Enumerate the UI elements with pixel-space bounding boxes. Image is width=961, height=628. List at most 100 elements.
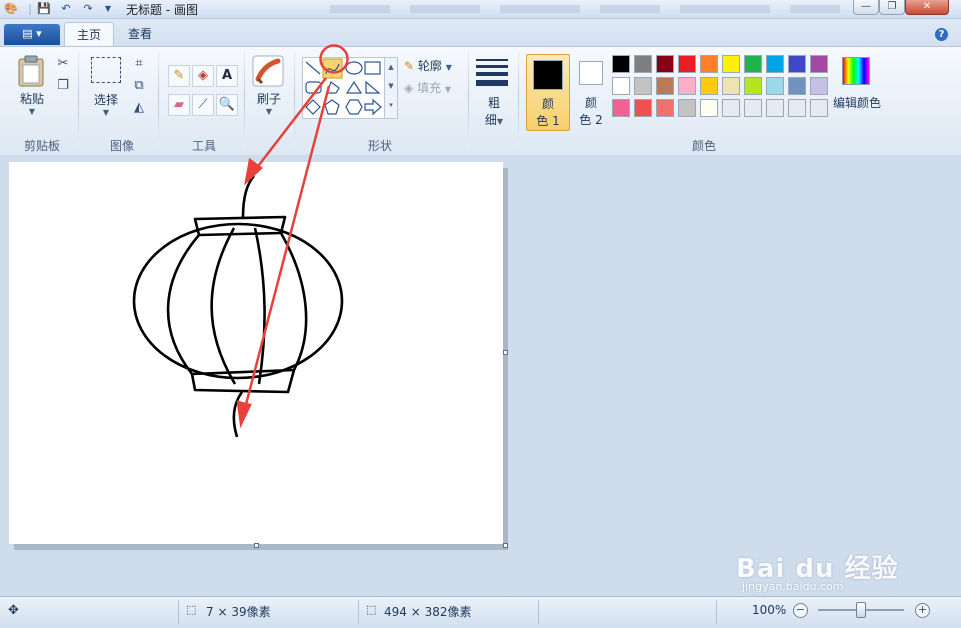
palette-color-swatch[interactable] — [612, 99, 630, 117]
select-button[interactable]: 选择 ▼ — [88, 57, 124, 117]
palette-color-swatch[interactable] — [744, 99, 762, 117]
customize-quick-access-icon[interactable]: ▼ — [100, 1, 116, 16]
palette-color-swatch[interactable] — [788, 99, 806, 117]
lantern-top-string — [241, 175, 256, 218]
shapes-gallery-scrollbar[interactable]: ▲ ▼ ▾ — [384, 57, 398, 119]
cursor-position: 7 × 39像素 — [206, 605, 271, 619]
paste-button[interactable]: 粘贴 ▼ — [12, 55, 52, 116]
paint-app-icon[interactable]: 🎨 — [3, 1, 19, 16]
rotate-icon[interactable]: ◭ — [130, 99, 148, 117]
copy-icon[interactable]: ❐ — [54, 77, 72, 95]
colors-group-label: 颜色 — [691, 139, 716, 153]
fill-dropdown-icon: ▼ — [444, 85, 452, 94]
outline-label: 轮廓 — [417, 59, 442, 73]
resize-handle-bottom[interactable] — [254, 543, 259, 548]
palette-color-swatch[interactable] — [612, 77, 630, 95]
size-line-heavy — [476, 80, 508, 86]
color2-button[interactable]: 颜 色 2 — [572, 54, 610, 129]
palette-color-swatch[interactable] — [766, 55, 784, 73]
palette-color-swatch[interactable] — [744, 77, 762, 95]
palette-color-swatch[interactable] — [788, 77, 806, 95]
palette-color-swatch[interactable] — [700, 55, 718, 73]
palette-color-swatch[interactable] — [678, 99, 696, 117]
palette-color-swatch[interactable] — [634, 77, 652, 95]
size-button[interactable]: 粗 细▼ — [476, 57, 512, 128]
palette-color-swatch[interactable] — [722, 99, 740, 117]
paint-menu-button[interactable]: ▤ ▾ — [4, 24, 60, 45]
canvas-size-icon: ⬚ — [366, 603, 377, 616]
resize-icon[interactable]: ⧉ — [130, 77, 148, 95]
color-picker-icon[interactable]: ⟋ — [192, 94, 214, 116]
maximize-button[interactable]: ❐ — [879, 0, 905, 15]
status-divider — [716, 600, 717, 624]
size-line-thick — [476, 72, 508, 76]
palette-color-swatch[interactable] — [634, 99, 652, 117]
palette-color-swatch[interactable] — [722, 55, 740, 73]
fill-bucket-icon[interactable]: ◈ — [192, 65, 214, 87]
clipboard-group-label: 剪贴板 — [23, 139, 60, 153]
palette-color-swatch[interactable] — [678, 77, 696, 95]
close-button[interactable]: ✕ — [905, 0, 949, 15]
paste-icon — [18, 55, 44, 87]
palette-color-swatch[interactable] — [678, 55, 696, 73]
eraser-icon[interactable]: ▰ — [168, 94, 190, 116]
palette-color-swatch[interactable] — [788, 55, 806, 73]
lantern-rib — [210, 227, 237, 385]
palette-color-swatch[interactable] — [722, 77, 740, 95]
cut-icon[interactable]: ✂ — [54, 55, 72, 73]
palette-color-swatch[interactable] — [766, 77, 784, 95]
lantern-bottom-cap — [190, 368, 296, 394]
outline-pencil-icon: ✎ — [404, 59, 415, 73]
palette-color-swatch[interactable] — [656, 77, 674, 95]
outline-button[interactable]: ✎ 轮廓 ▼ — [404, 57, 464, 74]
palette-color-swatch[interactable] — [656, 55, 674, 73]
undo-icon[interactable]: ↶ — [58, 1, 74, 16]
zoom-in-button[interactable]: + — [915, 603, 930, 618]
palette-color-swatch[interactable] — [656, 99, 674, 117]
fill-button[interactable]: ◈ 填充 ▼ — [404, 79, 464, 96]
select-icon — [91, 57, 121, 83]
size-label-bottom: 细▼ — [484, 113, 504, 127]
palette-color-swatch[interactable] — [810, 77, 828, 95]
palette-color-swatch[interactable] — [744, 55, 762, 73]
brushes-button[interactable]: 刷子 ▼ — [252, 55, 286, 116]
color1-button[interactable]: 颜 色 1 — [526, 54, 570, 131]
resize-handle-right[interactable] — [503, 350, 508, 355]
tools-group-label: 工具 — [191, 139, 216, 153]
palette-color-swatch[interactable] — [700, 77, 718, 95]
tab-home[interactable]: 主页 — [64, 22, 115, 47]
crop-icon[interactable]: ⌗ — [130, 55, 148, 73]
help-icon[interactable]: ? — [935, 28, 948, 41]
canvas-size: 494 × 382像素 — [384, 605, 472, 619]
palette-color-swatch[interactable] — [766, 99, 784, 117]
drawing-canvas[interactable] — [9, 162, 503, 544]
lantern-body — [132, 222, 344, 380]
group-divider — [294, 51, 295, 149]
lantern-rib — [279, 232, 308, 371]
palette-color-swatch[interactable] — [634, 55, 652, 73]
edit-colors-button[interactable]: 编辑颜色 — [832, 57, 882, 111]
color1-label-top: 颜 — [541, 97, 554, 111]
redo-icon[interactable]: ↷ — [80, 1, 96, 16]
zoom-out-button[interactable]: − — [793, 603, 808, 618]
minimize-button[interactable]: — — [853, 0, 879, 15]
cursor-move-icon: ✥ — [8, 603, 19, 618]
palette-color-swatch[interactable] — [810, 99, 828, 117]
color-spectrum-icon — [842, 57, 870, 85]
status-bar — [0, 596, 961, 628]
zoom-slider-thumb[interactable] — [856, 602, 866, 618]
resize-handle-corner[interactable] — [503, 543, 508, 548]
group-divider — [468, 51, 469, 149]
color1-swatch — [533, 60, 563, 90]
pencil-icon[interactable]: ✎ — [168, 65, 190, 87]
palette-color-swatch[interactable] — [810, 55, 828, 73]
right-arrow-shape — [364, 98, 382, 116]
tab-view[interactable]: 查看 — [116, 22, 164, 46]
lantern-rib — [253, 227, 266, 385]
brushes-label: 刷子 — [256, 92, 281, 106]
save-icon[interactable]: 💾 — [36, 1, 52, 16]
palette-color-swatch[interactable] — [700, 99, 718, 117]
palette-color-swatch[interactable] — [612, 55, 630, 73]
text-tool-icon[interactable]: A — [216, 65, 238, 87]
magnifier-icon[interactable]: 🔍 — [216, 94, 238, 116]
